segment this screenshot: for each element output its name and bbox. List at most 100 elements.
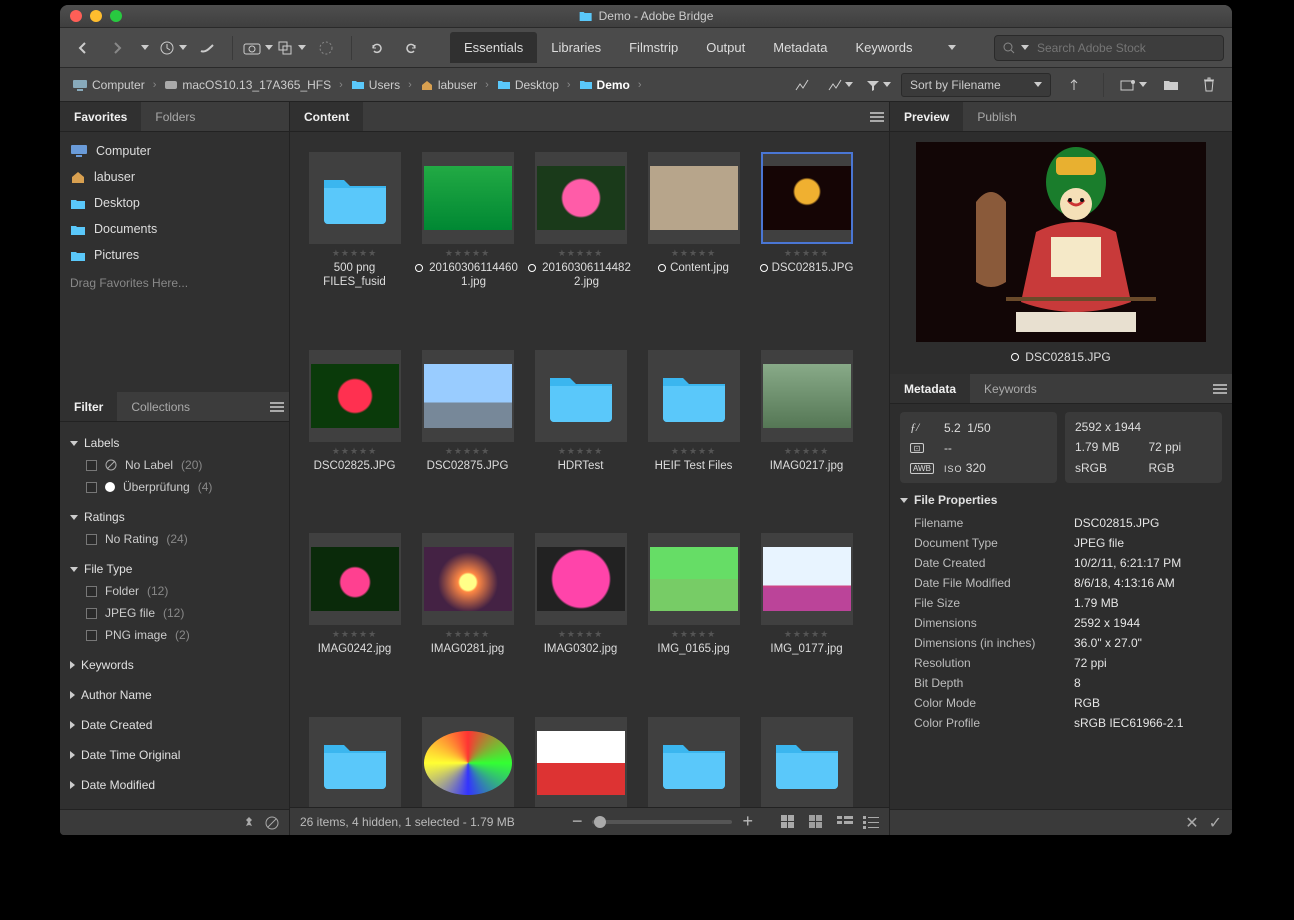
filter-section-datemod[interactable]: Date Modified	[60, 774, 289, 796]
content-thumbnail[interactable]: ★★★★★HDRTest	[528, 350, 633, 474]
checkbox-icon[interactable]	[86, 608, 97, 619]
open-recent-button[interactable]	[1118, 71, 1148, 99]
filter-row[interactable]: No Label (20)	[60, 454, 289, 476]
window-minimize-button[interactable]	[90, 10, 102, 22]
checkbox-icon[interactable]	[86, 460, 97, 471]
delete-button[interactable]	[1194, 71, 1224, 99]
search-scope-dropdown[interactable]	[1021, 45, 1029, 50]
refine-button[interactable]	[277, 34, 307, 62]
content-thumbnail[interactable]: ★★★★★201603061144822.jpg	[528, 152, 633, 290]
tab-metadata[interactable]: Metadata	[890, 374, 970, 403]
clear-filter-icon[interactable]	[265, 816, 279, 830]
workspace-tab-essentials[interactable]: Essentials	[450, 32, 537, 63]
crumb-home[interactable]: labuser	[416, 76, 481, 94]
crumb-disk[interactable]: macOS10.13_17A365_HFS	[160, 76, 335, 94]
content-thumbnail[interactable]: ★★★★★Content.jpg	[641, 152, 746, 290]
content-thumbnail[interactable]: ★★★★★IMAG0302.jpg	[528, 533, 633, 657]
checkbox-icon[interactable]	[86, 586, 97, 597]
metadata-value[interactable]: 1.79 MB	[1074, 596, 1222, 610]
get-photos-button[interactable]	[243, 34, 273, 62]
metadata-value[interactable]: 2592 x 1944	[1074, 616, 1222, 630]
new-folder-button[interactable]	[1156, 71, 1186, 99]
workspace-tab-keywords[interactable]: Keywords	[841, 32, 926, 63]
rating-stars[interactable]: ★★★★★	[332, 248, 377, 258]
content-thumbnail[interactable]: ★★★★★DSC02815.JPG	[754, 152, 859, 290]
rating-stars[interactable]: ★★★★★	[784, 248, 829, 258]
metadata-value[interactable]: RGB	[1074, 696, 1222, 710]
file-properties-header[interactable]: File Properties	[900, 493, 1222, 507]
content-thumbnail[interactable]: ★★★★★	[754, 717, 859, 807]
metadata-value[interactable]: 36.0" x 27.0"	[1074, 636, 1222, 650]
window-close-button[interactable]	[70, 10, 82, 22]
tab-publish[interactable]: Publish	[963, 102, 1030, 131]
content-thumbnail[interactable]: ★★★★★IMAG0242.jpg	[302, 533, 407, 657]
reveal-recent-button[interactable]	[158, 34, 188, 62]
tab-preview[interactable]: Preview	[890, 102, 963, 131]
view-thumbnails-button[interactable]	[781, 815, 799, 829]
filter-row[interactable]: JPEG file(12)	[60, 602, 289, 624]
tab-collections[interactable]: Collections	[117, 392, 204, 421]
checkbox-icon[interactable]	[86, 630, 97, 641]
content-thumbnail[interactable]: ★★★★★IMAG0217.jpg	[754, 350, 859, 474]
favorite-home[interactable]: labuser	[60, 164, 289, 190]
rotate-cw-button[interactable]	[396, 34, 426, 62]
crumb-current[interactable]: Demo	[575, 76, 634, 94]
workspace-tab-filmstrip[interactable]: Filmstrip	[615, 32, 692, 63]
window-zoom-button[interactable]	[110, 10, 122, 22]
view-thumbnails-lock-button[interactable]	[809, 815, 827, 829]
rating-stars[interactable]: ★★★★★	[784, 629, 829, 639]
rating-stars[interactable]: ★★★★★	[784, 446, 829, 456]
metadata-value[interactable]: JPEG file	[1074, 536, 1222, 550]
filter-row[interactable]: PNG image(2)	[60, 624, 289, 646]
filter-items-button[interactable]	[863, 71, 893, 99]
metadata-value[interactable]: sRGB IEC61966-2.1	[1074, 716, 1222, 730]
filter-row[interactable]: No Rating (24)	[60, 528, 289, 550]
nav-back-button[interactable]	[68, 34, 98, 62]
content-thumbnail[interactable]: ★★★★★IMAG0281.jpg	[415, 533, 520, 657]
rating-stars[interactable]: ★★★★★	[558, 446, 603, 456]
rating-stars[interactable]: ★★★★★	[332, 446, 377, 456]
open-camera-raw-button[interactable]	[311, 34, 341, 62]
metadata-apply-button[interactable]: ✓	[1209, 813, 1222, 833]
rating-stars[interactable]: ★★★★★	[445, 446, 490, 456]
search-input[interactable]	[1035, 40, 1215, 56]
filter-section-keywords[interactable]: Keywords	[60, 654, 289, 676]
filter-row[interactable]: Folder(12)	[60, 580, 289, 602]
metadata-value[interactable]: DSC02815.JPG	[1074, 516, 1222, 530]
nav-forward-button[interactable]	[102, 34, 132, 62]
filter-row[interactable]: Überprüfung (4)	[60, 476, 289, 498]
content-body[interactable]: ★★★★★500 png FILES_fusid★★★★★20160306114…	[290, 132, 889, 807]
rating-stars[interactable]: ★★★★★	[558, 629, 603, 639]
content-thumbnail[interactable]: ★★★★★DSC02875.JPG	[415, 350, 520, 474]
content-thumbnail[interactable]: ★★★★★	[415, 717, 520, 807]
view-details-button[interactable]	[837, 815, 853, 829]
rotate-ccw-button[interactable]	[362, 34, 392, 62]
favorite-computer[interactable]: Computer	[60, 138, 289, 164]
favorite-pictures[interactable]: Pictures	[60, 242, 289, 268]
content-thumbnail[interactable]: ★★★★★201603061144601.jpg	[415, 152, 520, 290]
search-adobe-stock[interactable]	[994, 35, 1224, 61]
rating-stars[interactable]: ★★★★★	[671, 446, 716, 456]
tab-favorites[interactable]: Favorites	[60, 102, 141, 131]
workspace-tab-output[interactable]: Output	[692, 32, 759, 63]
sort-dropdown[interactable]: Sort by Filename	[901, 73, 1051, 97]
rating-stars[interactable]: ★★★★★	[445, 248, 490, 258]
filter-section-dto[interactable]: Date Time Original	[60, 744, 289, 766]
thumb-quality-dropdown[interactable]	[825, 71, 855, 99]
favorite-documents[interactable]: Documents	[60, 216, 289, 242]
filter-section-author[interactable]: Author Name	[60, 684, 289, 706]
boomerang-button[interactable]	[192, 34, 222, 62]
checkbox-icon[interactable]	[86, 534, 97, 545]
metadata-value[interactable]: 8/6/18, 4:13:16 AM	[1074, 576, 1222, 590]
content-thumbnail[interactable]: ★★★★★IMG_0165.jpg	[641, 533, 746, 657]
crumb-computer[interactable]: Computer	[68, 76, 149, 94]
tab-content[interactable]: Content	[290, 102, 363, 131]
filter-section-datecreated[interactable]: Date Created	[60, 714, 289, 736]
crumb-desktop[interactable]: Desktop	[493, 76, 563, 94]
content-thumbnail[interactable]: ★★★★★500 png FILES_fusid	[302, 152, 407, 290]
rating-stars[interactable]: ★★★★★	[332, 629, 377, 639]
nav-recent-dropdown[interactable]	[136, 34, 154, 62]
content-thumbnail[interactable]: ★★★★★	[302, 717, 407, 807]
metadata-value[interactable]: 10/2/11, 6:21:17 PM	[1074, 556, 1222, 570]
content-panel-menu[interactable]	[865, 102, 889, 131]
